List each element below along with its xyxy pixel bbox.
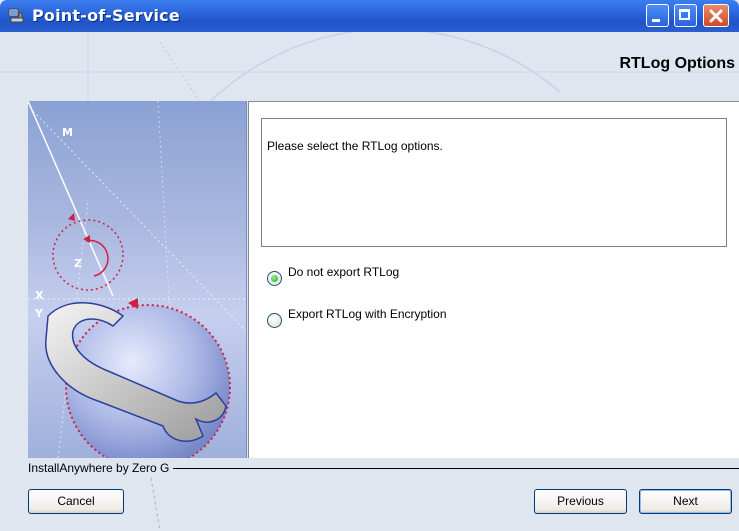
content-panel: Please select the RTLog options. Do not … [248,101,739,458]
close-button[interactable] [703,4,729,27]
maximize-button[interactable] [674,4,697,27]
option-do-not-export[interactable]: Do not export RTLog [267,265,399,286]
page-title: RTLog Options [619,55,735,72]
minimize-icon [652,19,660,22]
instruction-text: Please select the RTLog options. [267,139,443,153]
radio-export-encrypted[interactable] [267,313,282,328]
axis-glyph-m: M [62,126,73,139]
installer-graphic: M Z X Y [28,101,247,458]
message-box: Please select the RTLog options. [261,118,727,247]
maximize-icon [679,9,690,20]
installer-window: Point-of-Service RTLog Options M Z X Y P… [0,0,739,531]
radio-selected-dot [271,275,278,282]
previous-button[interactable]: Previous [534,489,627,514]
axis-glyph-x: X [35,289,44,302]
close-icon [709,9,723,23]
axis-glyph-z: Z [74,257,82,270]
minimize-button[interactable] [646,4,669,27]
option-label: Export RTLog with Encryption [288,307,447,321]
option-label: Do not export RTLog [288,265,400,279]
window-title: Point-of-Service [32,6,180,25]
radio-do-not-export[interactable] [267,271,282,286]
option-export-encrypted[interactable]: Export RTLog with Encryption [267,307,447,328]
axis-glyph-y: Y [34,307,44,320]
next-button[interactable]: Next [639,489,732,514]
vendor-label: InstallAnywhere by Zero G [28,461,174,475]
title-bar[interactable]: Point-of-Service [0,0,739,32]
cancel-button[interactable]: Cancel [28,489,124,514]
app-icon [8,7,24,23]
